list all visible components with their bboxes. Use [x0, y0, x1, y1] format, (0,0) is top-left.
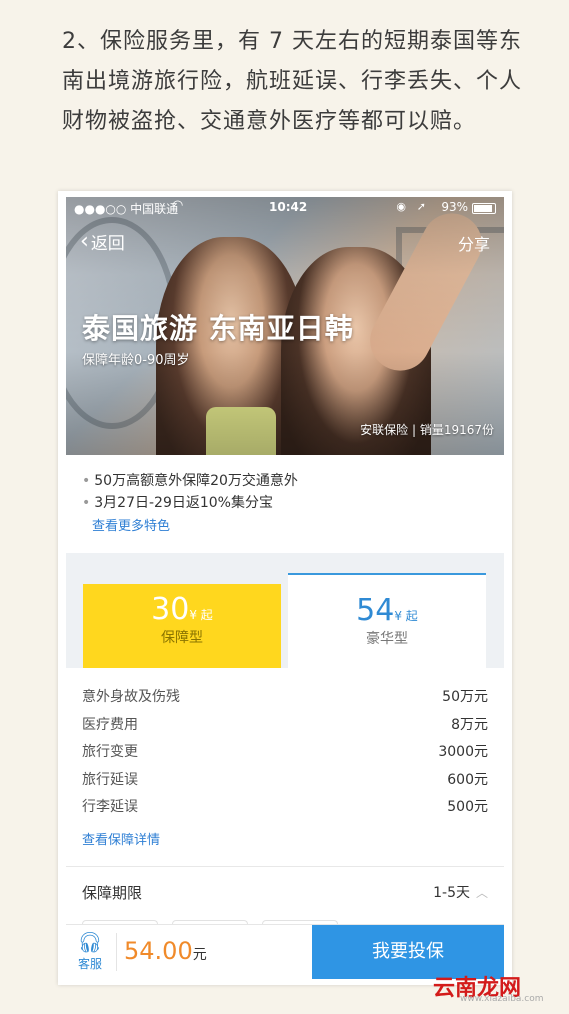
customer-service-button[interactable]: 🎧︎ 客服 — [66, 925, 114, 979]
customer-service-label: 客服 — [77, 957, 102, 971]
coverage-row: 行李延误 500元 — [82, 799, 488, 815]
separator — [116, 933, 117, 971]
coverage-row: 旅行变更 3000元 — [82, 744, 488, 760]
coverage-period-selector[interactable]: 保障期限 1-5天 ︿ — [82, 882, 488, 903]
more-features-link[interactable]: 查看更多特色 — [92, 514, 298, 540]
age-range: 保障年龄0-90周岁 — [82, 353, 190, 368]
feature-list: • 50万高额意外保障20万交通意外 • 3月27日-29日返10%集分宝 查看更多… — [82, 470, 298, 540]
plan-name: 保障型 — [161, 630, 203, 646]
headset-icon: 🎧︎ — [77, 930, 103, 954]
plan-name: 豪华型 — [366, 631, 408, 647]
back-button[interactable]: ‹ 返回 — [80, 229, 125, 254]
period-value: 1-5天 — [433, 885, 470, 901]
plan-card-luxury[interactable]: 54¥ 起 豪华型 — [288, 573, 486, 670]
plan-price: 30¥ 起 — [151, 592, 213, 627]
share-button[interactable]: 分享 — [458, 231, 490, 255]
feature-item: • 50万高额意外保障20万交通意外 — [82, 473, 298, 489]
period-label: 保障期限 — [82, 884, 143, 902]
phone-screenshot: ●●●○○ 中国联通 ◠ 10:42 ◉ ➚ 93% ‹ 返回 分享 泰国旅游 … — [58, 191, 512, 985]
plan-selector: 30¥ 起 保障型 54¥ 起 豪华型 — [66, 553, 504, 670]
product-title: 泰国旅游 东南亚日韩 — [82, 312, 354, 345]
clock: 10:42 — [269, 200, 308, 214]
divider — [66, 866, 504, 867]
battery-percent: 93% — [441, 200, 468, 214]
coverage-detail-link[interactable]: 查看保障详情 — [82, 829, 488, 848]
plan-price: 54¥ 起 — [356, 593, 418, 628]
location-icon: ➚ — [416, 200, 426, 213]
total-price: 54.00元 — [124, 937, 207, 965]
chevron-left-icon: ‹ — [80, 228, 89, 254]
carrier-label: ●●●○○ 中国联通 — [74, 202, 179, 216]
back-label: 返回 — [90, 234, 125, 254]
coverage-row: 意外身故及伤残 50万元 — [82, 689, 488, 705]
plan-card-basic[interactable]: 30¥ 起 保障型 — [83, 584, 281, 668]
coverage-table: 意外身故及伤残 50万元 医疗费用 8万元 旅行变更 3000元 旅行延误 600元 行… — [82, 687, 488, 848]
status-bar: ●●●○○ 中国联通 ◠ 10:42 ◉ ➚ 93% — [66, 197, 504, 219]
price-amount: 54.00 — [124, 937, 193, 965]
battery-icon — [472, 203, 496, 214]
chevron-up-icon: ︿ — [475, 886, 488, 900]
hero-banner: ●●●○○ 中国联通 ◠ 10:42 ◉ ➚ 93% ‹ 返回 分享 泰国旅游 … — [66, 197, 504, 455]
price-unit: 元 — [192, 947, 207, 963]
watermark-url: www.xiazaiba.com — [460, 994, 544, 1004]
insurer-sales: 安联保险 | 销量19167份 — [360, 423, 494, 437]
coverage-row: 旅行延误 600元 — [82, 771, 488, 788]
article-paragraph: 2、保险服务里，有 7 天左右的短期泰国等东南出境游旅行险，航班延误、行李丢失、… — [62, 29, 523, 134]
rotation-lock-icon: ◉ — [396, 200, 406, 213]
wifi-icon: ◠ — [172, 198, 184, 213]
feature-item: • 3月27日-29日返10%集分宝 — [82, 495, 273, 511]
coverage-row: 医疗费用 8万元 — [82, 716, 488, 733]
